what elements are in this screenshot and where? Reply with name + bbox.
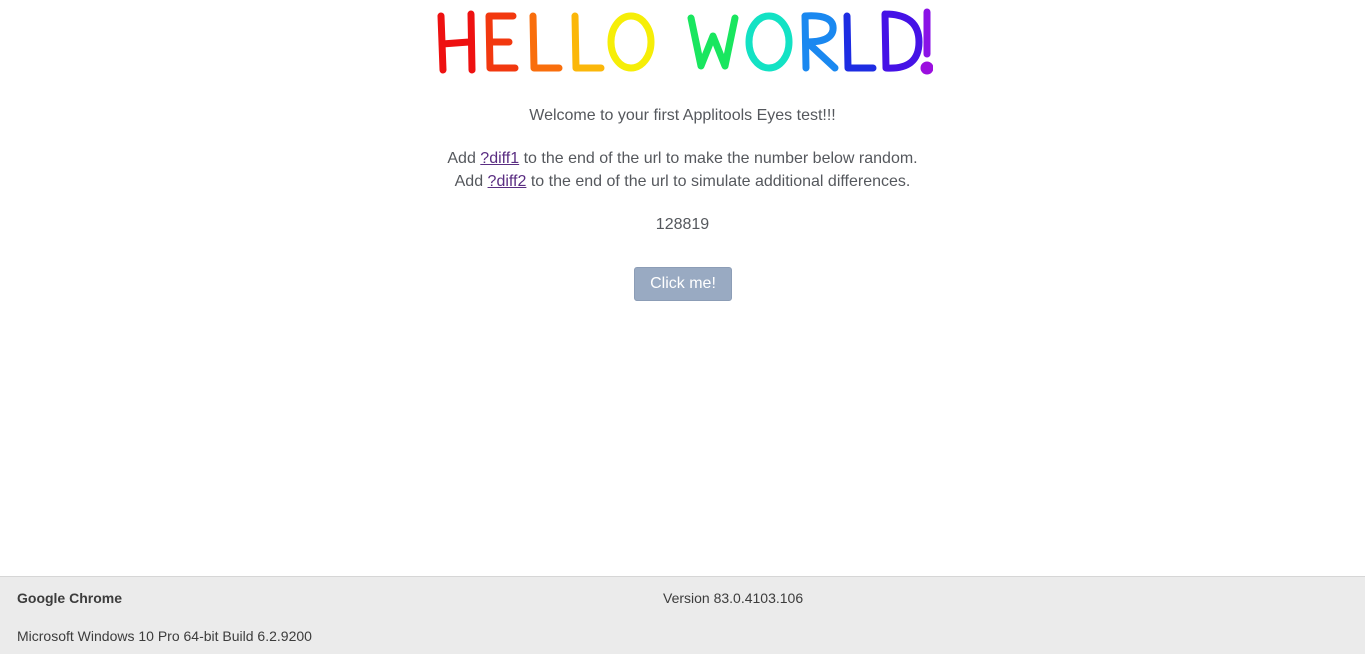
- instruction2-suffix: to the end of the url to simulate additi…: [526, 173, 911, 190]
- logo-letter-l1: [529, 12, 563, 72]
- page: Welcome to your first Applitools Eyes te…: [0, 0, 1365, 654]
- browser-version: Version 83.0.4103.106: [663, 590, 804, 606]
- click-me-button[interactable]: Click me!: [634, 267, 732, 301]
- hello-world-logo: [433, 4, 933, 78]
- welcome-text: Welcome to your first Applitools Eyes te…: [529, 107, 836, 124]
- logo-letter-l2: [571, 12, 605, 72]
- browser-name: Google Chrome: [17, 590, 123, 606]
- instruction2-prefix: Add: [454, 173, 488, 190]
- browser-info-footer: Google Chrome Version 83.0.4103.106 Micr…: [0, 576, 1365, 654]
- random-number: 128819: [655, 216, 710, 233]
- logo-letter-h: [437, 10, 476, 74]
- main-content: Welcome to your first Applitools Eyes te…: [0, 0, 1365, 576]
- instruction1-suffix: to the end of the url to make the number…: [519, 150, 918, 167]
- logo-exclamation-dot: [920, 61, 933, 75]
- logo-letter-l3: [843, 12, 877, 72]
- logo-letter-o1: [607, 12, 655, 72]
- logo-letter-e1: [485, 12, 519, 72]
- instruction-line-diff1: Add ?diff1 to the end of the url to make…: [0, 148, 1365, 170]
- os-info: Microsoft Windows 10 Pro 64-bit Build 6.…: [17, 628, 312, 644]
- instruction1-prefix: Add: [447, 150, 481, 167]
- logo-letter-d: [881, 10, 923, 72]
- logo-letter-o2: [745, 12, 793, 72]
- instruction-line-diff2: Add ?diff2 to the end of the url to simu…: [0, 171, 1365, 193]
- diff1-link[interactable]: ?diff1: [480, 150, 519, 167]
- diff2-link[interactable]: ?diff2: [488, 173, 527, 190]
- logo-letter-r: [801, 12, 839, 72]
- logo-letter-w: [687, 14, 739, 70]
